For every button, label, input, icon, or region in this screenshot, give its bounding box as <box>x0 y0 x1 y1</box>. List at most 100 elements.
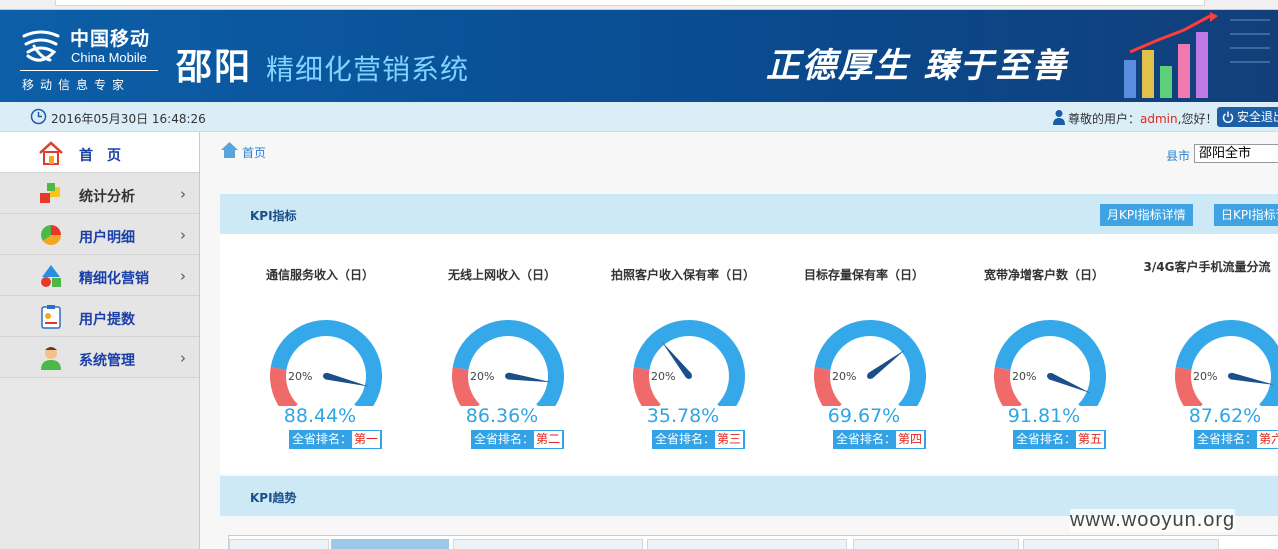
rank-prefix: 全省排名： <box>1197 432 1258 446</box>
kpi-value: 91.81% <box>1007 405 1081 427</box>
sidebar-item-system-admin[interactable]: 系统管理 › <box>0 337 199 378</box>
rank-prefix: 全省排名： <box>292 432 353 446</box>
sidebar-item-label: 统计分析 <box>79 189 135 205</box>
gauge-threshold-label: 20% <box>1193 370 1217 383</box>
monthly-kpi-detail-button[interactable]: 月KPI指标详情 <box>1100 204 1193 226</box>
gauge-hub <box>1047 373 1053 379</box>
gauge-threshold-label: 20% <box>832 370 856 383</box>
greeting-prefix: 尊敬的用户： <box>1068 112 1141 126</box>
sidebar: 首 页 统计分析 › 用户明细 › 精细化营销 › 用户提数 系统管理 › <box>0 132 200 549</box>
chevron-right-icon: › <box>180 185 186 203</box>
trend-tab-active[interactable] <box>331 539 449 549</box>
kpi-gauge: 20% <box>452 320 564 406</box>
current-datetime: 2016年05月30日 16:48:26 <box>51 112 206 126</box>
user-icon <box>1053 110 1065 125</box>
sidebar-item-statistics[interactable]: 统计分析 › <box>0 173 199 214</box>
gauge-threshold-label: 20% <box>288 370 312 383</box>
gauge-arc-blue <box>1175 320 1278 406</box>
kpi-rank-badge: 全省排名： 第六 <box>1194 430 1278 449</box>
app-title-city: 邵阳 <box>176 47 253 88</box>
kpi-gauge-card: 宽带净增客户数（日） 20% 91.81% 全省排名： 第五 <box>954 234 1134 474</box>
kpi-gauge-card: 拍照客户收入保有率（日） 20% 35.78% 全省排名： 第三 <box>593 234 773 474</box>
trend-tab[interactable] <box>1023 539 1219 549</box>
app-title-system: 精细化营销系统 <box>266 53 470 86</box>
kpi-name: 无线上网收入（日） <box>447 268 556 282</box>
gauge-hub <box>867 373 873 379</box>
gauge-arc-blue <box>452 320 564 406</box>
gauge-threshold-label: 20% <box>1012 370 1036 383</box>
sidebar-item-user-extract[interactable]: 用户提数 <box>0 296 199 337</box>
home-icon <box>39 141 63 165</box>
sidebar-item-home[interactable]: 首 页 <box>0 132 199 173</box>
sidebar-item-user-detail[interactable]: 用户明细 › <box>0 214 199 255</box>
logo-divider <box>20 70 158 71</box>
chevron-right-icon: › <box>180 267 186 285</box>
kpi-rank-badge: 全省排名： 第五 <box>1013 430 1107 449</box>
gauge-arc-blue <box>270 320 382 406</box>
home-icon <box>221 142 238 158</box>
cubes-icon <box>40 183 60 203</box>
header-bar-chart-art <box>1124 12 1270 98</box>
breadcrumb-home: 首页 <box>242 146 267 160</box>
kpi-gauge: 20% <box>270 320 382 406</box>
gauge-arc-blue <box>814 320 926 406</box>
kpi-rank-badge: 全省排名： 第四 <box>833 430 927 449</box>
city-select[interactable]: 邵阳全市 <box>1194 144 1278 163</box>
city-filter-label: 县市 <box>1166 149 1191 163</box>
gauge-needle <box>1230 372 1275 385</box>
daily-kpi-detail-button[interactable]: 日KPI指标详情 <box>1214 204 1278 226</box>
gauge-hub <box>686 373 692 379</box>
logo-english-text: China Mobile <box>71 50 147 65</box>
kpi-value: 35.78% <box>646 405 720 427</box>
kpi-panel-header: KPI指标 月KPI指标详情 日KPI指标详情 <box>220 194 1278 234</box>
rank-prefix: 全省排名： <box>474 432 535 446</box>
rank-prefix: 全省排名： <box>1016 432 1077 446</box>
kpi-name: 3/4G客户手机流量分流（日） <box>1143 260 1278 274</box>
clock-icon <box>30 108 47 125</box>
kpi-gauges-area: 通信服务收入（日） 20% 88.44% 全省排名： 第一 无线上网收入（日） 2… <box>220 234 1278 474</box>
trend-tab[interactable] <box>647 539 847 549</box>
main-content: 首页 县市 邵阳全市 KPI指标 月KPI指标详情 日KPI指标详情 通信服务收… <box>200 132 1278 549</box>
rank-value: 第五 <box>1076 431 1105 448</box>
kpi-rank-badge: 全省排名： 第一 <box>289 430 383 449</box>
logout-button[interactable]: 安全退出 <box>1217 107 1278 127</box>
trend-tab[interactable] <box>853 539 1019 549</box>
kpi-value: 86.36% <box>465 405 539 427</box>
admin-user-icon <box>41 347 61 370</box>
kpi-gauge-card: 无线上网收入（日） 20% 86.36% 全省排名： 第二 <box>412 234 592 474</box>
header-slogan: 正德厚生 臻于至善 <box>766 46 1068 86</box>
kpi-rank-badge: 全省排名： 第三 <box>652 430 746 449</box>
kpi-trend-title: KPI趋势 <box>250 491 297 505</box>
sidebar-item-label: 系统管理 <box>79 353 135 369</box>
sidebar-item-precision-marketing[interactable]: 精细化营销 › <box>0 255 199 296</box>
kpi-name: 宽带净增客户数（日） <box>983 268 1104 282</box>
kpi-name: 通信服务收入（日） <box>265 268 374 282</box>
gauge-needle <box>325 372 369 387</box>
breadcrumb[interactable]: 首页 <box>220 142 267 161</box>
sidebar-item-label: 用户提数 <box>79 312 135 328</box>
greeting-suffix: ,您好！ <box>1177 112 1218 126</box>
gauge-hub <box>323 373 329 379</box>
kpi-gauge-card: 3/4G客户手机流量分流（日） 20% 87.62% 全省排名：第六 <box>1135 234 1278 474</box>
gauge-needle <box>507 372 552 383</box>
logo-chinese-text: 中国移动 <box>70 28 151 50</box>
pie-chart-icon <box>41 225 61 245</box>
kpi-gauge: 20% <box>633 320 745 406</box>
browser-address-bar[interactable] <box>55 0 1205 6</box>
kpi-value: 69.67% <box>827 405 901 427</box>
user-greeting: 尊敬的用户：admin,您好！ <box>1068 110 1217 127</box>
trend-tab[interactable] <box>229 539 329 549</box>
gauge-needle <box>867 349 906 379</box>
kpi-gauge: 20% <box>1175 320 1278 406</box>
china-mobile-logo-icon <box>22 30 60 62</box>
shapes-icon <box>41 265 61 287</box>
kpi-rank-badge: 全省排名： 第二 <box>471 430 565 449</box>
rank-value: 第四 <box>896 431 925 448</box>
kpi-gauge-card: 目标存量保有率（日） 20% 69.67% 全省排名： 第四 <box>774 234 954 474</box>
kpi-trend-tabs <box>228 535 1278 549</box>
logo-tagline: 移动信息专家 <box>22 78 131 92</box>
kpi-gauge: 20% <box>814 320 926 406</box>
rank-prefix: 全省排名： <box>655 432 716 446</box>
trend-tab[interactable] <box>453 539 643 549</box>
kpi-value: 88.44% <box>283 405 357 427</box>
